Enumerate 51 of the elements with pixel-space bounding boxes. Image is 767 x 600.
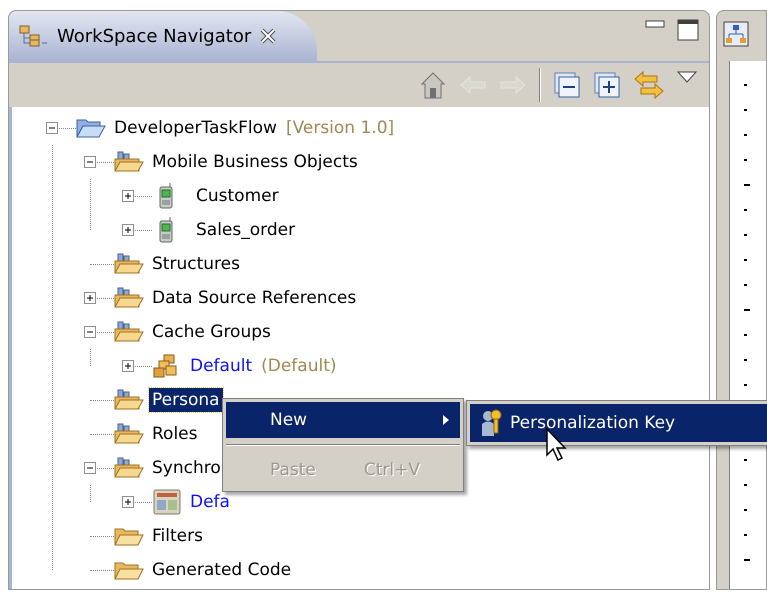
- calendar-window-icon: [152, 488, 182, 516]
- tree-item[interactable]: Customer: [193, 184, 282, 208]
- expand-toggle-icon[interactable]: [84, 292, 96, 304]
- item-annotation: [Version 1.0]: [286, 118, 394, 138]
- tree-item[interactable]: Roles: [149, 422, 200, 446]
- mobile-device-icon: [158, 217, 174, 243]
- tree-item[interactable]: Sales_order: [193, 218, 298, 242]
- package-folder-icon: [114, 287, 144, 309]
- expand-toggle-icon[interactable]: [122, 496, 134, 508]
- expand-all-icon[interactable]: [593, 71, 621, 99]
- collapse-all-icon[interactable]: [553, 71, 581, 99]
- open-folder-icon: [76, 117, 106, 139]
- expand-toggle-icon[interactable]: [122, 224, 134, 236]
- item-annotation: (Default): [261, 356, 337, 376]
- tree-item[interactable]: Data Source References: [149, 286, 360, 310]
- tree-item[interactable]: Persona: [149, 388, 223, 412]
- expand-toggle-icon[interactable]: [122, 190, 134, 202]
- tree-item[interactable]: Filters: [149, 524, 206, 548]
- home-icon[interactable]: [419, 70, 447, 100]
- hierarchy-icon[interactable]: [723, 21, 749, 47]
- menu-item[interactable]: Personalization Key: [470, 404, 767, 442]
- tree-item[interactable]: Defa: [187, 490, 233, 514]
- package-folder-icon: [114, 151, 144, 173]
- package-folder-icon: [114, 457, 144, 479]
- view-menu-icon[interactable]: [677, 71, 697, 85]
- tree-item[interactable]: Default: [187, 354, 256, 378]
- person-key-icon: [480, 408, 502, 438]
- tree-item[interactable]: Synchro: [149, 456, 224, 480]
- tree-item[interactable]: Mobile Business Objects: [149, 150, 361, 174]
- maximize-icon[interactable]: [677, 19, 699, 41]
- package-folder-icon: [114, 253, 144, 275]
- package-folder-icon: [114, 423, 144, 445]
- navigator-icon: [19, 25, 49, 47]
- mouse-pointer-icon: [546, 428, 568, 462]
- minimize-icon[interactable]: [645, 19, 665, 29]
- tree-item[interactable]: Structures: [149, 252, 243, 276]
- submenu-arrow-icon: [442, 414, 450, 426]
- package-folder-icon: [114, 321, 144, 343]
- link-arrows-icon[interactable]: [633, 69, 665, 101]
- expand-toggle-icon[interactable]: [122, 360, 134, 372]
- collapse-toggle-icon[interactable]: [84, 156, 96, 168]
- tree-item[interactable]: Generated Code: [149, 558, 294, 582]
- tree-item[interactable]: Cache Groups: [149, 320, 274, 344]
- collapse-toggle-icon[interactable]: [46, 122, 58, 134]
- collapse-toggle-icon[interactable]: [84, 462, 96, 474]
- tree-item[interactable]: DeveloperTaskFlow: [111, 116, 280, 140]
- menu-item[interactable]: New: [226, 402, 460, 438]
- collapse-toggle-icon[interactable]: [84, 326, 96, 338]
- close-icon[interactable]: [259, 27, 278, 45]
- package-folder-icon: [114, 389, 144, 411]
- mobile-device-icon: [158, 183, 174, 209]
